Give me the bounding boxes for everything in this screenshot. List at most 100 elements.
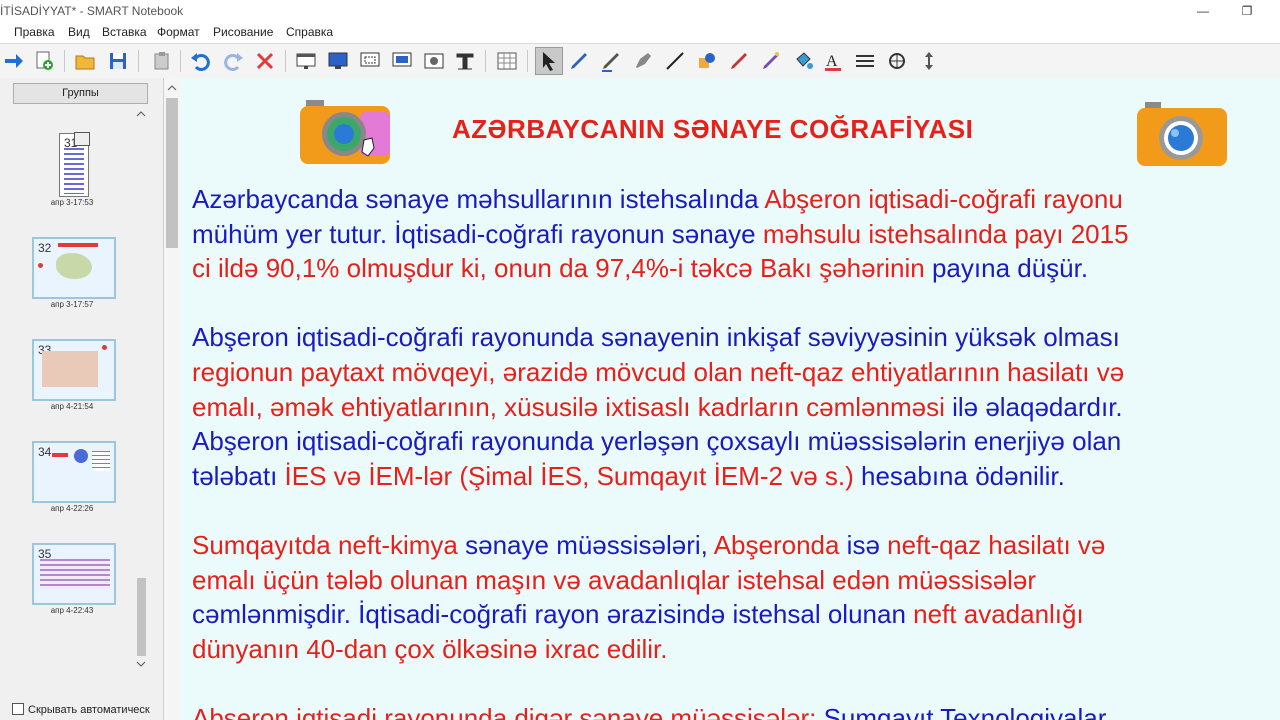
slide-text-line: Abşeron iqtisadi-coğrafi rayonunda yerlə…: [192, 424, 1280, 458]
next-page-icon[interactable]: [2, 49, 26, 73]
highlighted-text: emalı, əmək ehtiyatlarının, xüsusilə ixt…: [192, 391, 953, 422]
camera-icon[interactable]: [1135, 100, 1229, 170]
table-icon[interactable]: [495, 49, 519, 73]
capture-icon[interactable]: [358, 49, 382, 73]
slide-text-line: Abşeron iqtisadi-coğrafi rayonunda sənay…: [192, 320, 1280, 354]
slide-text-line: Sumqayıtda neft-kimya sənaye müəssisələr…: [192, 528, 1280, 562]
highlighted-text: Abşeron iqtisadi rayonunda digər sənaye …: [192, 703, 824, 720]
scroll-up-icon: [136, 111, 146, 117]
slide-text-line: Azərbaycanda sənaye məhsullarının istehs…: [192, 182, 1280, 216]
restore-button[interactable]: ❐: [1224, 0, 1270, 22]
add-page-icon[interactable]: [32, 49, 56, 73]
slide-title: AZƏRBAYCANIN SƏNAYE COĞRAFİYASI: [452, 114, 974, 144]
auto-hide-label: Скрывать автоматическ: [28, 704, 150, 716]
menu-help[interactable]: Справка: [286, 25, 333, 39]
screen-capture-icon[interactable]: [390, 49, 414, 73]
highlighted-text: ci ildə 90,1% olmuşdur ki, onun da 97,4%…: [192, 253, 932, 284]
measure-icon[interactable]: [885, 49, 909, 73]
menu-view[interactable]: Вид: [68, 25, 90, 39]
slide-text-line: Abşeron iqtisadi rayonunda digər sənaye …: [192, 701, 1280, 720]
toolbar: A: [0, 43, 1280, 79]
highlighted-text: emalı üçün tələb olunan maşın və avadanl…: [192, 564, 1037, 595]
move-toolbar-icon[interactable]: [917, 49, 941, 73]
highlighted-text: neft avadanlığı: [913, 599, 1084, 630]
slide-text-line: cəmlənmişdir. İqtisadi-coğrafi rayon əra…: [192, 597, 1280, 631]
chevron-down-icon[interactable]: [74, 132, 90, 146]
open-file-icon[interactable]: [73, 49, 97, 73]
body-text: payına düşür.: [931, 253, 1089, 284]
thumbnail-number: 32: [38, 241, 52, 255]
scroll-down-icon: [136, 661, 146, 667]
line-icon[interactable]: [663, 49, 687, 73]
body-text: sənaye müəssisələri,: [465, 530, 714, 560]
table-tool-icon[interactable]: [453, 49, 477, 73]
document-camera-icon[interactable]: [422, 49, 446, 73]
body-text: mühüm yer tutur. İqtisadi-coğrafi rayonu…: [192, 218, 763, 249]
menu-edit[interactable]: Правка: [14, 25, 55, 39]
creative-pen-icon[interactable]: [599, 49, 623, 73]
save-icon[interactable]: [106, 49, 130, 73]
highlighted-text: neft-qaz hasilatı və: [887, 530, 1106, 560]
body-text: Sumqayıt Texnologiyalar: [823, 703, 1107, 720]
scroll-up-icon[interactable]: [165, 82, 179, 94]
window-title: İTİSADİYYAT* - SMART Notebook: [0, 4, 184, 18]
body-text: Abşeron iqtisadi-coğrafi rayonunda yerlə…: [192, 426, 1122, 457]
thumbnail-time: апр 3-17:57: [50, 300, 94, 309]
page-sorter-sidebar: Группы 31 апр 3-17:53 32 апр 3-17:57 33 …: [0, 78, 164, 720]
slide-canvas[interactable]: AZƏRBAYCANIN SƏNAYE COĞRAFİYASI Azərbayc…: [180, 78, 1280, 720]
screen-shade-icon[interactable]: [294, 49, 318, 73]
camera-icon[interactable]: [298, 98, 394, 168]
highlighted-text: regionun paytaxt mövqeyi, ərazidə mövcud…: [192, 357, 1125, 387]
menu-format[interactable]: Формат: [157, 25, 200, 39]
sidebar-scroll-thumb[interactable]: [137, 578, 146, 656]
display-icon[interactable]: [326, 49, 350, 73]
delete-icon[interactable]: [253, 49, 277, 73]
undo-icon[interactable]: [189, 49, 213, 73]
magic-pen-icon[interactable]: [727, 49, 751, 73]
body-text: isə: [846, 530, 888, 560]
redo-icon[interactable]: [221, 49, 245, 73]
highlighted-text: Sumqayıtda neft-kimya: [192, 530, 466, 560]
pen-icon[interactable]: [567, 49, 591, 73]
slide-text-line: mühüm yer tutur. İqtisadi-coğrafi rayonu…: [192, 217, 1280, 251]
svg-text:A: A: [826, 53, 838, 70]
minimize-button[interactable]: —: [1180, 0, 1226, 22]
canvas-scroll-thumb[interactable]: [166, 98, 178, 248]
shape-recognition-pen-icon[interactable]: [759, 49, 783, 73]
highlighter-icon[interactable]: [631, 49, 655, 73]
highlighted-text: məhsulu istehsalında payı 2015: [762, 218, 1129, 249]
menu-draw[interactable]: Рисование: [213, 25, 273, 39]
thumbnail-time: апр 4-22:43: [50, 606, 94, 615]
body-text: Abşeron iqtisadi-coğrafi rayonunda sənay…: [192, 322, 1120, 353]
thumbnail-time: апр 4-21:54: [50, 402, 94, 411]
select-icon[interactable]: [535, 47, 563, 75]
slide-text-line: ci ildə 90,1% olmuşdur ki, onun da 97,4%…: [192, 251, 1280, 285]
checkbox-box[interactable]: [12, 703, 24, 715]
groups-button[interactable]: Группы: [13, 83, 148, 104]
highlighted-text: dünyanın 40-dan çox ölkəsinə ixrac edili…: [192, 633, 668, 664]
slide-text-line: emalı, əmək ehtiyatlarının, xüsusilə ixt…: [192, 390, 1280, 424]
menu-insert[interactable]: Вставка: [102, 25, 147, 39]
properties-icon[interactable]: [853, 49, 877, 73]
thumbnail-time: апр 4-22:26: [50, 504, 94, 513]
body-text: hesabına ödənilir.: [860, 460, 1065, 491]
thumbnail-time: апр 3-17:53: [50, 198, 94, 207]
paste-icon[interactable]: [150, 49, 174, 73]
body-text: tələbatı: [192, 460, 285, 491]
title-bar: İTİSADİYYAT* - SMART Notebook — ❐: [0, 0, 1280, 22]
slide-text-line: dünyanın 40-dan çox ölkəsinə ixrac edili…: [192, 632, 1280, 666]
slide-text-line: tələbatı İES və İEM-lər (Şimal İES, Sumq…: [192, 459, 1280, 493]
fill-icon[interactable]: [791, 49, 815, 73]
body-text: cəmlənmişdir. İqtisadi-coğrafi rayon əra…: [192, 599, 914, 630]
body-text: Azərbaycanda sənaye məhsullarının istehs…: [192, 184, 765, 214]
highlighted-text: Abşeronda: [713, 530, 847, 560]
menu-bar: Правка Вид Вставка Формат Рисование Спра…: [0, 22, 1280, 42]
slide-text-line: emalı üçün tələb olunan maşın və avadanl…: [192, 563, 1280, 597]
thumbnail-number: 34: [38, 445, 52, 459]
text-icon[interactable]: A: [821, 49, 845, 73]
auto-hide-checkbox[interactable]: Скрывать автоматическ: [12, 703, 150, 716]
slide-text-line: regionun paytaxt mövqeyi, ərazidə mövcud…: [192, 355, 1280, 389]
highlighted-text: İES və İEM-lər (Şimal İES, Sumqayıt İEM-…: [284, 460, 861, 491]
shapes-icon[interactable]: [695, 49, 719, 73]
body-text: ilə əlaqədardır.: [952, 391, 1123, 422]
